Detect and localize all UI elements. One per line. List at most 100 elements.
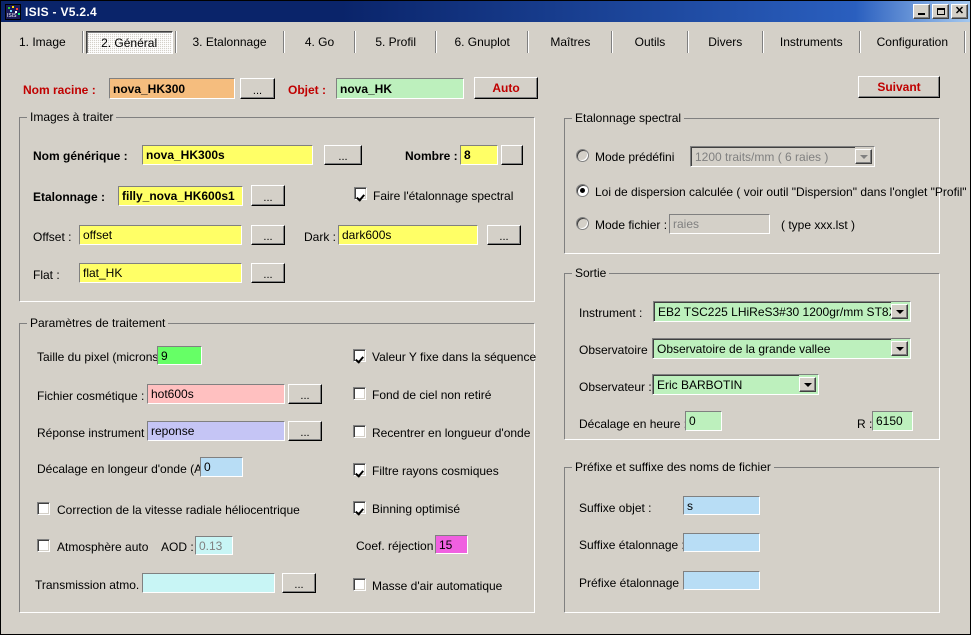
nom-racine-browse-button[interactable]: ... <box>240 78 275 99</box>
tab-divider <box>611 31 613 53</box>
maximize-button[interactable] <box>932 4 949 19</box>
tab-go[interactable]: 4. Go <box>287 31 353 54</box>
suivant-button[interactable]: Suivant <box>858 76 940 98</box>
transmission-atmo-input[interactable] <box>142 573 275 593</box>
coef-rejection-label: Coef. réjection : <box>356 539 440 553</box>
window-title: ISIS - V5.2.4 <box>25 5 97 19</box>
observatoire-combo[interactable]: Observatoire de la grande vallee <box>652 338 911 359</box>
offset-browse-button[interactable]: ... <box>251 225 285 245</box>
nombre-label: Nombre : <box>405 149 458 163</box>
isis-main-window: ISIS ISIS - V5.2.4 ✕ 1. Image 2. Général… <box>0 0 971 635</box>
binning-checkbox[interactable] <box>353 501 366 514</box>
tab-divider <box>964 31 966 53</box>
tab-divider <box>435 31 437 53</box>
loi-dispersion-radio[interactable] <box>576 184 589 197</box>
nom-generique-input[interactable]: nova_HK300s <box>142 145 313 165</box>
tab-divider <box>859 31 861 53</box>
etalonnage-spectral-title: Etalonnage spectral <box>572 112 684 124</box>
suffixe-objet-input[interactable]: s <box>683 496 760 515</box>
atmosphere-auto-checkbox[interactable] <box>37 539 50 552</box>
parametres-traitement-title: Paramètres de traitement <box>27 317 168 329</box>
mode-fichier-input[interactable]: raies <box>669 214 770 234</box>
observateur-combo[interactable]: Eric BARBOTIN <box>652 374 819 395</box>
taille-pixel-input[interactable]: 9 <box>157 346 202 365</box>
close-button[interactable]: ✕ <box>951 4 968 19</box>
coef-rejection-input[interactable]: 15 <box>435 535 468 554</box>
faire-etalonnage-checkbox[interactable] <box>354 187 367 200</box>
tab-divider <box>762 31 764 53</box>
minimize-button[interactable] <box>913 4 930 19</box>
dark-input[interactable]: dark600s <box>338 225 478 245</box>
chevron-down-icon[interactable] <box>891 341 908 356</box>
correction-vitesse-checkbox[interactable] <box>37 502 50 515</box>
reponse-instrument-browse-button[interactable]: ... <box>288 421 322 441</box>
recentrer-checkbox[interactable] <box>353 425 366 438</box>
tab-etalonnage[interactable]: 3. Etalonnage <box>179 31 281 54</box>
etalonnage-browse-button[interactable]: ... <box>251 185 285 206</box>
tab-gnuplot[interactable]: 6. Gnuplot <box>439 31 526 54</box>
correction-vitesse-label: Correction de la vitesse radiale hélioce… <box>57 503 300 517</box>
fichier-cosmetique-browse-button[interactable]: ... <box>288 384 322 404</box>
faire-etalonnage-label: Faire l'étalonnage spectral <box>373 189 513 203</box>
dark-browse-button[interactable]: ... <box>487 225 521 245</box>
r-input[interactable]: 6150 <box>872 411 913 431</box>
tab-general[interactable]: 2. Général <box>86 31 173 54</box>
mode-predefini-radio[interactable] <box>576 149 589 162</box>
reponse-instrument-label: Réponse instrument : <box>37 426 151 440</box>
dark-label: Dark : <box>304 230 336 244</box>
tab-profil[interactable]: 5. Profil <box>358 31 432 54</box>
decalage-onde-input[interactable]: 0 <box>200 457 243 477</box>
tab-configuration[interactable]: Configuration <box>863 31 962 54</box>
mode-fichier-radio[interactable] <box>576 217 589 230</box>
tab-instruments[interactable]: Instruments <box>766 31 857 54</box>
nom-generique-browse-button[interactable]: ... <box>324 145 362 165</box>
observatoire-label: Observatoire : <box>579 343 654 357</box>
transmission-atmo-browse-button[interactable]: ... <box>282 573 316 593</box>
flat-label: Flat : <box>33 268 60 282</box>
etalonnage-input[interactable]: filly_nova_HK600s1 <box>118 186 243 206</box>
aod-input[interactable]: 0.13 <box>195 536 233 555</box>
auto-button[interactable]: Auto <box>474 77 538 99</box>
tab-image[interactable]: 1. Image <box>5 31 80 54</box>
nom-racine-input[interactable]: nova_HK300 <box>109 78 235 99</box>
instrument-combo[interactable]: EB2 TSC225 LHiReS3#30 1200gr/mm ST8XMe <box>653 301 911 322</box>
valeur-y-checkbox[interactable] <box>353 349 366 362</box>
binning-label: Binning optimisé <box>372 502 460 516</box>
mode-predefini-label: Mode prédéfini <box>595 150 674 164</box>
tab-maitres[interactable]: Maîtres <box>531 31 609 54</box>
decalage-heure-input[interactable]: 0 <box>685 411 722 431</box>
flat-browse-button[interactable]: ... <box>251 263 285 283</box>
recentrer-label: Recentrer en longueur d'onde <box>372 426 530 440</box>
nombre-input[interactable]: 8 <box>460 145 498 165</box>
chevron-down-icon[interactable] <box>799 377 816 392</box>
observateur-label: Observateur : <box>579 380 652 394</box>
reponse-instrument-input[interactable]: reponse <box>147 421 285 441</box>
mode-fichier-label: Mode fichier : <box>595 218 667 232</box>
aod-label: AOD : <box>161 540 194 554</box>
filtre-cosmiques-checkbox[interactable] <box>353 463 366 476</box>
offset-input[interactable]: offset <box>79 225 242 245</box>
nombre-extra-button[interactable] <box>501 145 523 165</box>
taille-pixel-label: Taille du pixel (microns) : <box>37 350 169 364</box>
window-controls: ✕ <box>913 4 970 19</box>
suffixe-etalonnage-label: Suffixe étalonnage : <box>579 538 685 552</box>
tab-outils[interactable]: Outils <box>615 31 684 54</box>
isis-app-icon: ISIS <box>5 4 21 20</box>
fichier-cosmetique-input[interactable]: hot600s <box>147 384 285 404</box>
suffixe-etalonnage-input[interactable] <box>683 533 760 552</box>
decalage-heure-label: Décalage en heure : <box>579 417 687 431</box>
objet-input[interactable]: nova_HK <box>336 78 464 99</box>
offset-label: Offset : <box>33 230 71 244</box>
fond-ciel-checkbox[interactable] <box>353 387 366 400</box>
tab-divers[interactable]: Divers <box>691 31 760 54</box>
chevron-down-icon[interactable] <box>891 304 908 319</box>
tab-divider <box>527 31 529 53</box>
masse-air-checkbox[interactable] <box>353 578 366 591</box>
chevron-down-icon[interactable] <box>855 149 872 164</box>
flat-input[interactable]: flat_HK <box>79 263 242 283</box>
sortie-title: Sortie <box>572 267 609 279</box>
mode-predefini-combo[interactable]: 1200 traits/mm ( 6 raies ) <box>690 146 875 167</box>
prefixe-etalonnage-input[interactable] <box>683 571 760 590</box>
tab-divider <box>354 31 356 53</box>
tab-divider <box>175 31 177 53</box>
